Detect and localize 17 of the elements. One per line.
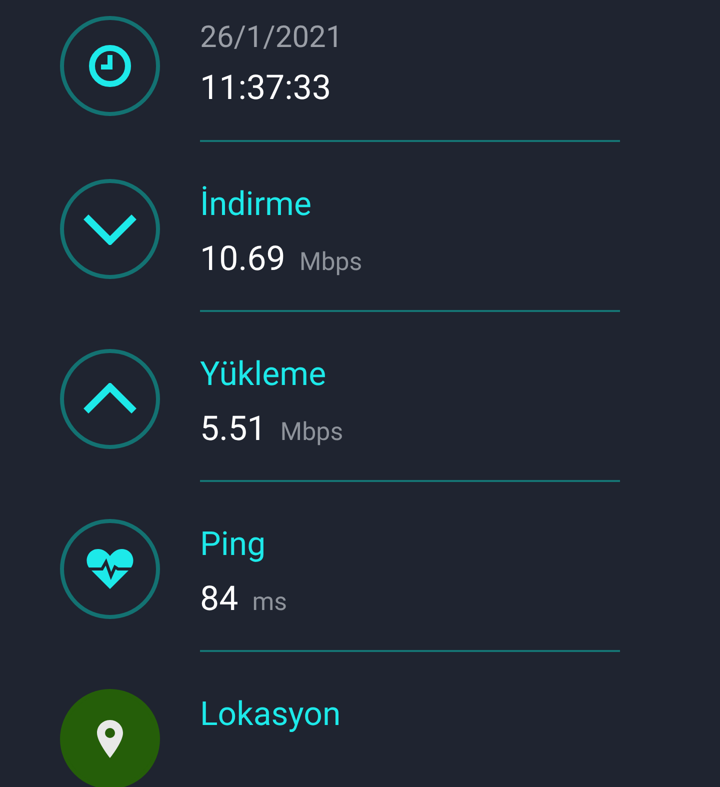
location-pin-icon	[97, 720, 123, 758]
time-text: 11:37:33	[200, 67, 332, 110]
clock-icon	[88, 44, 132, 88]
metric-label: Yükleme	[200, 355, 326, 395]
metric-label: İndirme	[200, 185, 312, 225]
chevron-up-icon	[82, 383, 138, 415]
metric-value: 84	[200, 579, 238, 619]
metric-unit: ms	[252, 588, 288, 617]
metric-value: 10.69	[200, 239, 286, 279]
heartbeat-icon	[85, 547, 135, 591]
metric-unit: Mbps	[280, 418, 344, 447]
metric-label: Lokasyon	[200, 695, 341, 735]
chevron-down-icon	[82, 213, 138, 245]
date-text: 26/1/2021	[200, 20, 343, 56]
metric-label: Ping	[200, 525, 266, 565]
metric-value: 5.51	[200, 409, 266, 449]
metric-unit: Mbps	[299, 248, 362, 277]
